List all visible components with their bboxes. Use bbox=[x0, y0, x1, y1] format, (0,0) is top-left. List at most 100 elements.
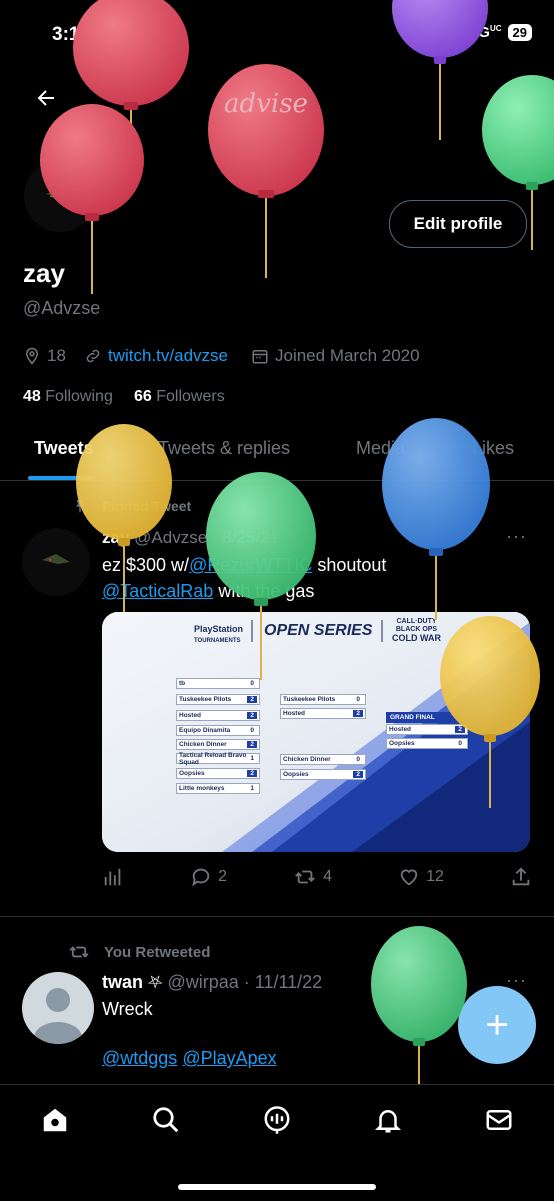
back-arrow-icon[interactable] bbox=[34, 86, 58, 110]
location-icon bbox=[25, 347, 39, 365]
bracket-entry: Hosted 2 bbox=[176, 710, 260, 721]
bracket-score: 0 bbox=[247, 727, 257, 734]
bracket-score: 2 bbox=[455, 726, 465, 733]
bracket-score: 2 bbox=[353, 710, 363, 717]
calendar-icon bbox=[252, 350, 268, 364]
bracket-entry: Chicken Dinner 2 bbox=[176, 739, 260, 750]
search-nav-icon[interactable] bbox=[151, 1105, 181, 1135]
home-indicator bbox=[178, 1184, 376, 1190]
retweet-icon bbox=[295, 870, 315, 884]
bracket-entry: Hosted 2 bbox=[280, 708, 366, 719]
bracket-entry: Tactical Reload Bravo Squad 1 bbox=[176, 751, 260, 766]
bracket-team: Oopsies bbox=[283, 771, 309, 778]
pin-icon bbox=[76, 500, 84, 513]
bracket-score: 2 bbox=[247, 696, 257, 703]
tweet-text: ez $300 w/@RezurWTTIC shoutout @Tactical… bbox=[102, 555, 387, 601]
home-icon[interactable] bbox=[40, 1105, 70, 1135]
spaces-icon[interactable] bbox=[262, 1105, 292, 1135]
bracket-team: tb bbox=[179, 680, 186, 687]
following-count[interactable]: 48 Following bbox=[23, 388, 113, 406]
tweet-actions: 2 4 12 bbox=[102, 864, 532, 890]
search-icon[interactable] bbox=[496, 86, 520, 110]
profile-name: zay bbox=[23, 258, 65, 288]
share-button[interactable] bbox=[510, 866, 532, 888]
analytics-button[interactable] bbox=[102, 866, 124, 888]
status-indicators: 5GUC 29 bbox=[445, 24, 532, 41]
bracket-team: Hosted bbox=[283, 710, 306, 717]
balloon bbox=[371, 926, 467, 1084]
bracket-score: 2 bbox=[247, 712, 257, 719]
link-icon bbox=[86, 349, 100, 363]
tab-media[interactable]: Media bbox=[356, 438, 405, 459]
bracket-score: 1 bbox=[247, 755, 257, 762]
reply-button[interactable]: 2 bbox=[190, 866, 227, 888]
bracket-team: Chicken Dinner bbox=[179, 741, 227, 748]
bracket-entry: Oopsies 2 bbox=[280, 769, 366, 780]
mention-link[interactable]: @PlayApex bbox=[182, 1048, 276, 1068]
profile-avatar[interactable] bbox=[22, 158, 98, 234]
retweeted-label: You Retweeted bbox=[104, 944, 211, 961]
like-button[interactable]: 12 bbox=[398, 866, 444, 888]
bracket-team: Hosted bbox=[389, 726, 412, 733]
bracket-score: 0 bbox=[353, 696, 363, 703]
bracket-entry: Equipo Dinamita 0 bbox=[176, 725, 260, 736]
profile-website[interactable]: twitch.tv/advzse bbox=[84, 346, 228, 366]
bracket-score: 0 bbox=[455, 740, 465, 747]
profile-location: 18 bbox=[23, 346, 66, 366]
like-icon bbox=[400, 869, 418, 886]
grand-final-label: GRAND FINAL bbox=[386, 712, 468, 723]
tabs-divider bbox=[0, 480, 554, 481]
profile-joined: Joined March 2020 bbox=[251, 346, 420, 366]
bracket-score: 0 bbox=[247, 680, 257, 687]
bracket-team: Chicken Dinner bbox=[283, 756, 331, 763]
mention-link[interactable]: @RezurWTTIC bbox=[189, 555, 312, 575]
edit-profile-button[interactable]: Edit profile bbox=[389, 200, 527, 248]
tweet-divider bbox=[0, 916, 554, 917]
bracket-score: 2 bbox=[353, 771, 363, 778]
bracket-team: Hosted bbox=[179, 712, 202, 719]
bracket-team: Tuskeekee Pilots bbox=[283, 696, 336, 703]
messages-icon[interactable] bbox=[484, 1105, 514, 1135]
bracket-entry: Oopsies 0 bbox=[386, 738, 468, 749]
bracket-team: Oopsies bbox=[179, 770, 205, 777]
balloon bbox=[392, 0, 488, 140]
tab-tweets[interactable]: Tweets bbox=[34, 438, 94, 459]
bracket-team: Equipo Dinamita bbox=[179, 727, 231, 734]
tab-likes[interactable]: Likes bbox=[472, 438, 514, 459]
retweet-button[interactable]: 4 bbox=[293, 866, 332, 888]
status-time: 3:13 bbox=[52, 24, 91, 45]
bracket-team: Tuskeekee Pilots bbox=[179, 696, 232, 703]
bracket-score: 0 bbox=[353, 756, 363, 763]
retweet-avatar[interactable] bbox=[22, 972, 94, 1044]
tab-tweets-replies[interactable]: Tweets & replies bbox=[158, 438, 290, 459]
bracket-entry: tb 0 bbox=[176, 678, 260, 689]
tweet-media-bracket[interactable]: PlayStation TOURNAMENTS OPEN SERIES CALL·… bbox=[102, 612, 530, 852]
bracket-entry: Chicken Dinner 0 bbox=[280, 754, 366, 765]
bracket-entry: Tuskeekee Pilots 2 bbox=[176, 694, 260, 705]
bracket-score: 2 bbox=[247, 770, 257, 777]
tweet-header: zay @Advzse · 8/25/21 bbox=[102, 528, 280, 547]
tweet-more-button[interactable]: ··· bbox=[506, 526, 527, 547]
mention-link[interactable]: @TacticalRab bbox=[102, 581, 213, 601]
bracket-team: Tactical Reload Bravo Squad bbox=[179, 751, 247, 766]
compose-tweet-button[interactable]: + bbox=[458, 986, 536, 1064]
retweet-icon bbox=[69, 946, 89, 958]
retweet-text: Wreck bbox=[102, 999, 153, 1019]
reply-icon bbox=[192, 868, 210, 887]
profile-handle: @Advzse bbox=[23, 298, 101, 318]
notifications-icon[interactable] bbox=[373, 1105, 403, 1135]
signal-icon bbox=[445, 25, 464, 40]
retweet-mentions: @wtdggs @PlayApex bbox=[102, 1048, 277, 1069]
balloon: advise bbox=[208, 64, 324, 278]
mention-link[interactable]: @wtdggs bbox=[102, 1048, 177, 1068]
bracket-entry: Little monkeys 1 bbox=[176, 783, 260, 794]
bracket-entry: Tuskeekee Pilots 0 bbox=[280, 694, 366, 705]
bracket-entry: Hosted 2 bbox=[386, 724, 468, 735]
bracket-entry: Oopsies 2 bbox=[176, 768, 260, 779]
bracket-score: 1 bbox=[247, 785, 257, 792]
followers-count[interactable]: 66 Followers bbox=[134, 388, 225, 406]
profile-tabs: Tweets Tweets & replies Media Likes bbox=[0, 420, 554, 480]
balloon-text: advise bbox=[224, 89, 308, 119]
bracket-score: 2 bbox=[247, 741, 257, 748]
tweet-avatar[interactable] bbox=[22, 528, 90, 596]
